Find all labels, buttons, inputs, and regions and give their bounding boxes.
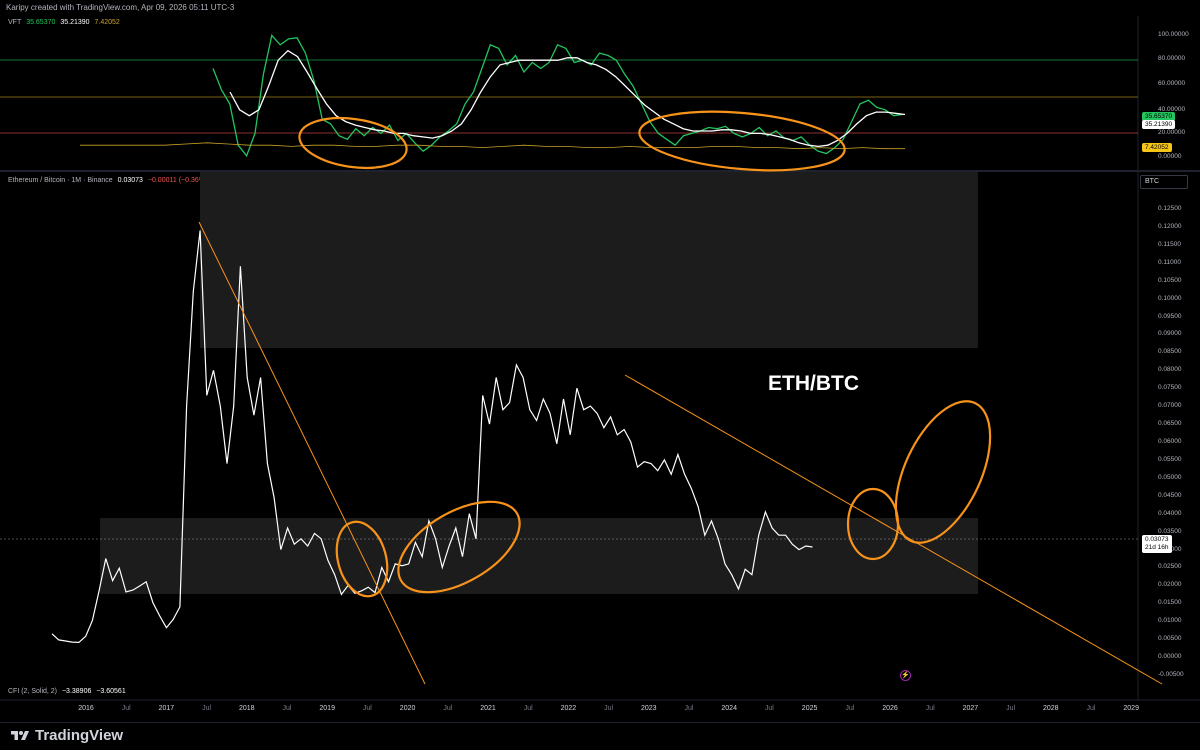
- support-zone[interactable]: [100, 518, 978, 594]
- resistance-zone[interactable]: [200, 172, 978, 348]
- main-y-tick: 0.07500: [1158, 384, 1182, 392]
- time-axis-tick: Jul: [684, 705, 694, 712]
- time-axis-tick: 2019: [319, 705, 335, 712]
- time-axis-tick: Jul: [1086, 705, 1096, 712]
- main-y-tick: 0.08500: [1158, 348, 1182, 356]
- time-axis-tick: Jul: [925, 705, 935, 712]
- main-y-tick: 0.10500: [1158, 276, 1182, 284]
- vft-series-line[interactable]: [212, 34, 903, 158]
- main-y-tick: 0.05500: [1158, 455, 1182, 463]
- lightning-icon[interactable]: ⚡: [900, 670, 911, 681]
- chart-text-label[interactable]: ETH/BTC: [768, 372, 859, 396]
- vft-y-tick: 80.00000: [1158, 55, 1186, 62]
- main-y-tick: 0.10000: [1158, 294, 1182, 302]
- main-y-tick: 0.04500: [1158, 491, 1182, 499]
- time-axis-tick: 2018: [239, 705, 255, 712]
- main-y-tick: 0.06500: [1158, 420, 1182, 428]
- time-axis-tick: Jul: [121, 705, 131, 712]
- time-axis-tick: 2028: [1043, 705, 1059, 712]
- time-axis-tick: Jul: [202, 705, 212, 712]
- main-y-tick: 0.02500: [1158, 563, 1182, 571]
- time-axis-tick: Jul: [523, 705, 533, 712]
- main-y-tick: 0.11500: [1158, 240, 1182, 248]
- main-y-tick: 0.12500: [1158, 204, 1182, 212]
- vft-y-tick: 60.00000: [1158, 80, 1186, 87]
- time-axis-tick: 2016: [78, 705, 94, 712]
- time-axis-tick: 2020: [399, 705, 416, 712]
- time-axis-tick: Jul: [845, 705, 855, 712]
- main-y-tick: 0.05000: [1158, 473, 1182, 481]
- vft-series-layer: [80, 34, 906, 158]
- vft-white-badge: 35.21390: [1142, 120, 1176, 129]
- annotation-ellipse-vft-1[interactable]: [296, 112, 410, 175]
- main-y-tick: 0.08000: [1158, 366, 1182, 374]
- time-axis-tick: 2025: [801, 705, 818, 712]
- price-badge-value: 0.03073: [1145, 536, 1169, 543]
- main-y-tick: -0.00500: [1158, 671, 1184, 679]
- time-axis-tick: Jul: [282, 705, 292, 712]
- main-y-tick: 0.09500: [1158, 312, 1182, 320]
- price-badge-countdown: 21d 16h: [1145, 544, 1169, 551]
- main-y-tick: 0.00500: [1158, 635, 1182, 643]
- tradingview-logo[interactable]: TradingView: [10, 727, 123, 744]
- time-axis-tick: Jul: [362, 705, 372, 712]
- chart-canvas[interactable]: [0, 0, 1200, 722]
- main-y-tick: 0.12000: [1158, 222, 1182, 230]
- main-y-tick: 0.09000: [1158, 330, 1182, 338]
- main-y-tick: 0.03500: [1158, 527, 1182, 535]
- price-badge: 0.03073 21d 16h: [1142, 535, 1172, 553]
- vft-y-tick: 100.00000: [1158, 31, 1189, 38]
- time-axis-tick: 2023: [641, 705, 657, 712]
- main-y-tick: 0.07000: [1158, 402, 1182, 410]
- main-y-tick: 0.01000: [1158, 617, 1182, 625]
- time-axis-tick: 2022: [560, 705, 577, 712]
- time-axis-tick: 2026: [882, 705, 898, 712]
- time-axis-tick: 2029: [1123, 705, 1139, 712]
- tradingview-logo-icon: [11, 730, 29, 740]
- vft-series-line[interactable]: [80, 142, 905, 150]
- main-y-tick: 0.02000: [1158, 581, 1182, 589]
- time-axis-tick: 2024: [721, 705, 737, 712]
- vft-series-line[interactable]: [229, 49, 906, 148]
- main-y-tick: 0.00000: [1158, 653, 1182, 661]
- time-axis-tick: 2017: [158, 705, 175, 712]
- main-y-tick: 0.06000: [1158, 438, 1182, 445]
- time-axis-tick: Jul: [1006, 705, 1016, 712]
- time-axis-tick: Jul: [764, 705, 774, 712]
- footer-bar: [0, 722, 1200, 750]
- time-axis-tick: Jul: [443, 705, 453, 712]
- vft-y-tick: 0.00000: [1158, 153, 1182, 160]
- main-y-tick: 0.04000: [1158, 509, 1182, 517]
- vft-gold-badge: 7.42052: [1142, 143, 1172, 152]
- vft-y-tick: 20.00000: [1158, 129, 1186, 136]
- time-axis-tick: Jul: [604, 705, 614, 712]
- time-axis-tick: 2021: [480, 705, 496, 712]
- main-y-tick: 0.11000: [1158, 258, 1182, 266]
- time-axis-tick: 2027: [962, 705, 979, 712]
- tradingview-brand: TradingView: [35, 727, 124, 744]
- main-y-tick: 0.01500: [1158, 599, 1182, 607]
